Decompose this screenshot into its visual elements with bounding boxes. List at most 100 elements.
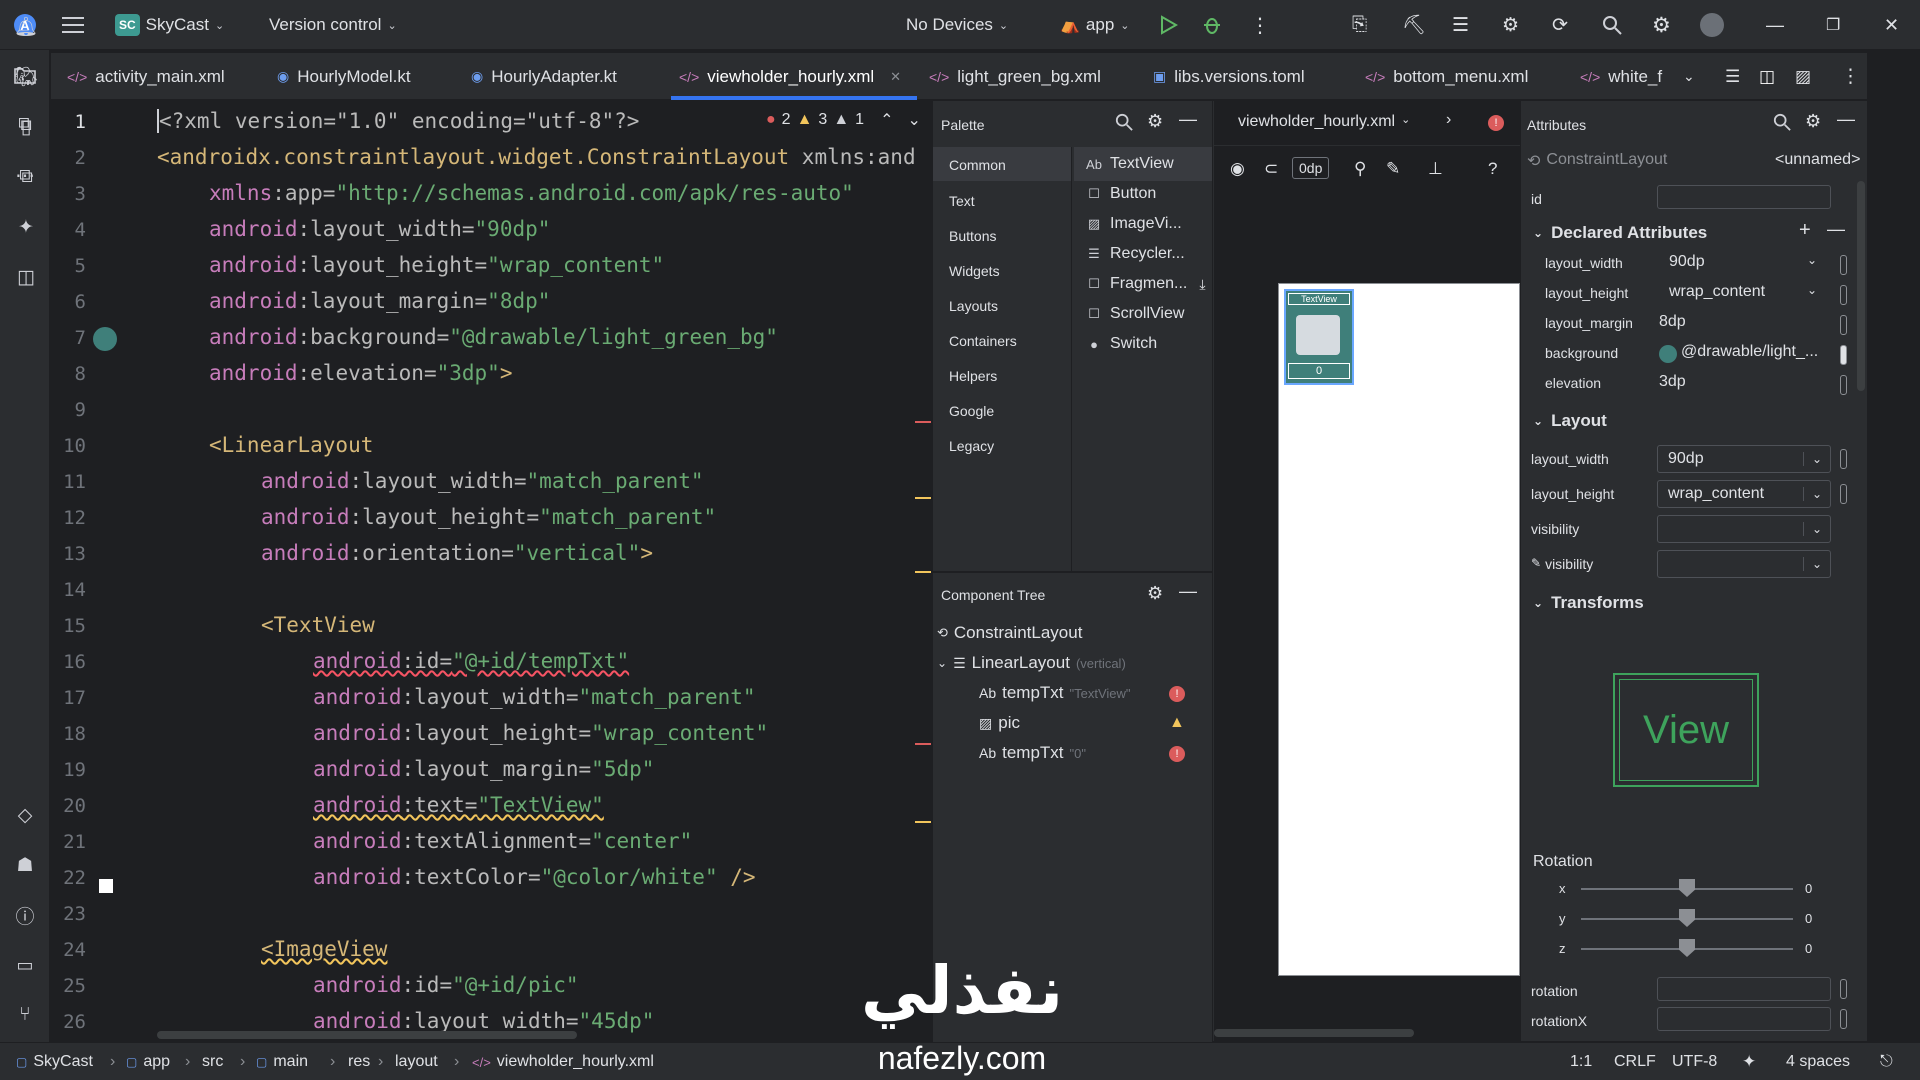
palette-item-recycler[interactable]: ☰ Recycler... — [1086, 245, 1185, 263]
run-config-selector[interactable]: ⛺ app ⌄ — [1060, 0, 1130, 50]
version-control-menu[interactable]: Version control ⌄ — [269, 0, 397, 50]
slider-thumb[interactable] — [1679, 909, 1695, 927]
palette-item-scrollview[interactable]: ☐ ScrollView — [1086, 305, 1184, 323]
tab-hourly-adapter[interactable]: ◉ HourlyAdapter.kt — [471, 53, 617, 100]
error-marker[interactable] — [915, 421, 931, 423]
gemini-icon[interactable]: ✦ — [11, 212, 41, 242]
color-swatch-icon[interactable] — [93, 327, 117, 351]
gradle-icon[interactable]: 🐘︎ — [11, 62, 41, 92]
run-icon[interactable] — [1160, 0, 1178, 50]
warning-icon[interactable]: ▲ — [1169, 714, 1185, 732]
settings-sync-icon[interactable]: ⚙ — [1502, 0, 1519, 50]
tab-activity-main[interactable]: </> activity_main.xml — [67, 53, 225, 100]
infer-constraints-icon[interactable]: ✎ — [1386, 159, 1400, 179]
running-devices-icon[interactable]: ⧉ — [11, 162, 41, 192]
layout-width-select[interactable]: 90dp ⌄ — [1657, 445, 1831, 473]
slider-thumb[interactable] — [1679, 879, 1695, 897]
warning-marker[interactable] — [915, 821, 931, 823]
git-branch-icon[interactable]: ⑂ — [10, 1000, 40, 1030]
rotation-x-input[interactable] — [1657, 1007, 1831, 1031]
layout-inspector-icon[interactable]: ⎘ — [1352, 0, 1367, 50]
tree-node-temptxt-2[interactable]: Ab tempTxt "0" — [979, 743, 1086, 763]
device-manager-icon[interactable]: ▯ — [11, 112, 41, 142]
code-editor[interactable]: 1 2 3 4 5 6 7 8 9 10 11 12 13 14 15 16 1… — [51, 101, 931, 1041]
rotation-input[interactable] — [1657, 977, 1831, 1001]
palette-item-switch[interactable]: ● Switch — [1086, 335, 1157, 353]
resource-picker-icon[interactable] — [1840, 285, 1847, 305]
tab-hourly-model[interactable]: ◉ HourlyModel.kt — [277, 53, 411, 100]
gear-icon[interactable]: ⚙ — [1805, 111, 1821, 132]
vertical-scrollbar[interactable] — [1857, 181, 1865, 391]
tab-viewholder-hourly[interactable]: </> viewholder_hourly.xml ✕ — [670, 53, 918, 100]
visibility-select[interactable]: ⌄ — [1657, 515, 1831, 543]
close-icon[interactable]: ✕ — [890, 69, 901, 85]
gear-icon[interactable]: ⚙ — [1147, 583, 1163, 604]
palette-category[interactable]: Text — [949, 193, 975, 209]
attr-value[interactable]: 90dp — [1669, 253, 1705, 271]
breadcrumb-item[interactable]: src — [202, 1043, 223, 1080]
restore-icon[interactable]: ❐ — [1826, 0, 1840, 50]
search-icon[interactable] — [1115, 113, 1133, 135]
minimize-icon[interactable]: — — [1179, 581, 1197, 602]
palette-category[interactable]: Common — [949, 157, 1006, 173]
tree-node-constraintlayout[interactable]: ⟲ ConstraintLayout — [937, 623, 1082, 643]
project-selector[interactable]: SC SkyCast ⌄ — [115, 0, 224, 50]
code-view-icon[interactable]: ☰ — [1725, 53, 1740, 100]
attr-value[interactable]: 3dp — [1659, 373, 1686, 391]
breadcrumb-item[interactable]: ▢ main — [256, 1043, 308, 1080]
tab-libs-versions[interactable]: ▣ libs.versions.toml — [1153, 53, 1305, 100]
error-marker[interactable] — [915, 743, 931, 745]
palette-category[interactable]: Layouts — [949, 298, 998, 314]
id-input[interactable] — [1657, 185, 1831, 209]
search-icon[interactable] — [1602, 0, 1622, 50]
tab-bottom-menu[interactable]: </> bottom_menu.xml — [1365, 53, 1528, 100]
design-view-icon[interactable]: ▨ — [1795, 53, 1811, 100]
warning-marker[interactable] — [915, 571, 931, 573]
breadcrumb-item[interactable]: ▢ app — [126, 1043, 170, 1080]
error-icon[interactable]: ! — [1488, 115, 1504, 131]
eye-icon[interactable]: ◉ — [1230, 159, 1245, 179]
color-swatch-icon[interactable] — [99, 879, 113, 893]
tab-light-green-bg[interactable]: </> light_green_bg.xml — [929, 53, 1101, 100]
layout-header[interactable]: ⌄ Layout — [1533, 411, 1607, 431]
resource-picker-icon[interactable] — [1840, 375, 1847, 395]
minimize-icon[interactable]: — — [1766, 0, 1784, 50]
caret-position[interactable]: 1:1 — [1570, 1043, 1592, 1080]
declared-attributes-header[interactable]: ⌄ Declared Attributes — [1533, 223, 1707, 243]
device-explorer-icon[interactable]: ◫ — [11, 262, 41, 292]
resource-picker-icon[interactable] — [1840, 315, 1847, 335]
tree-node-pic[interactable]: ▨ pic — [979, 713, 1020, 733]
search-icon[interactable] — [1773, 113, 1791, 135]
slider-thumb[interactable] — [1679, 939, 1695, 957]
transforms-header[interactable]: ⌄ Transforms — [1533, 593, 1644, 613]
split-view-icon[interactable]: ◫ — [1759, 53, 1775, 100]
attr-value[interactable]: 8dp — [1659, 313, 1686, 331]
palette-category[interactable]: Containers — [949, 333, 1017, 349]
gear-icon[interactable]: ⚙ — [1147, 111, 1163, 132]
layout-height-select[interactable]: wrap_content ⌄ — [1657, 480, 1831, 508]
chevron-down-icon[interactable]: ⌄ — [907, 110, 920, 130]
resource-picker-icon[interactable] — [1840, 979, 1847, 999]
device-selector[interactable]: No Devices ⌄ — [906, 0, 1008, 50]
palette-item-textview[interactable]: Ab TextView — [1086, 155, 1174, 173]
design-file-selector[interactable]: viewholder_hourly.xml ⌄ — [1238, 113, 1410, 131]
avatar[interactable] — [1700, 0, 1724, 50]
horizontal-scrollbar[interactable] — [157, 1031, 577, 1039]
chevron-down-icon[interactable]: ⌄ — [1807, 253, 1817, 267]
chevron-down-icon[interactable]: ⌄ — [937, 656, 947, 670]
line-separator[interactable]: CRLF — [1614, 1043, 1656, 1080]
design-surface[interactable]: viewholder_hourly.xml ⌄ › ! ◉ ⊂ 0dp ⚲ ✎ ⊥… — [1213, 101, 1520, 1041]
tab-list-chevron-icon[interactable]: ⌄ — [1683, 53, 1695, 100]
more-actions-icon[interactable]: ⋮ — [1250, 0, 1270, 50]
palette-category[interactable]: Buttons — [949, 228, 996, 244]
palette-category[interactable]: Helpers — [949, 368, 997, 384]
help-icon[interactable]: ? — [1488, 159, 1497, 179]
error-icon[interactable]: ! — [1169, 686, 1185, 702]
minimize-icon[interactable]: — — [1837, 109, 1855, 130]
palette-category[interactable]: Widgets — [949, 263, 1000, 279]
chevron-down-icon[interactable]: ⌄ — [1807, 283, 1817, 297]
default-margin-button[interactable]: 0dp — [1292, 157, 1330, 179]
tree-node-temptxt[interactable]: Ab tempTxt "TextView" — [979, 683, 1131, 703]
tasks-icon[interactable]: ☰ — [1452, 0, 1469, 50]
palette-category[interactable]: Google — [949, 403, 994, 419]
